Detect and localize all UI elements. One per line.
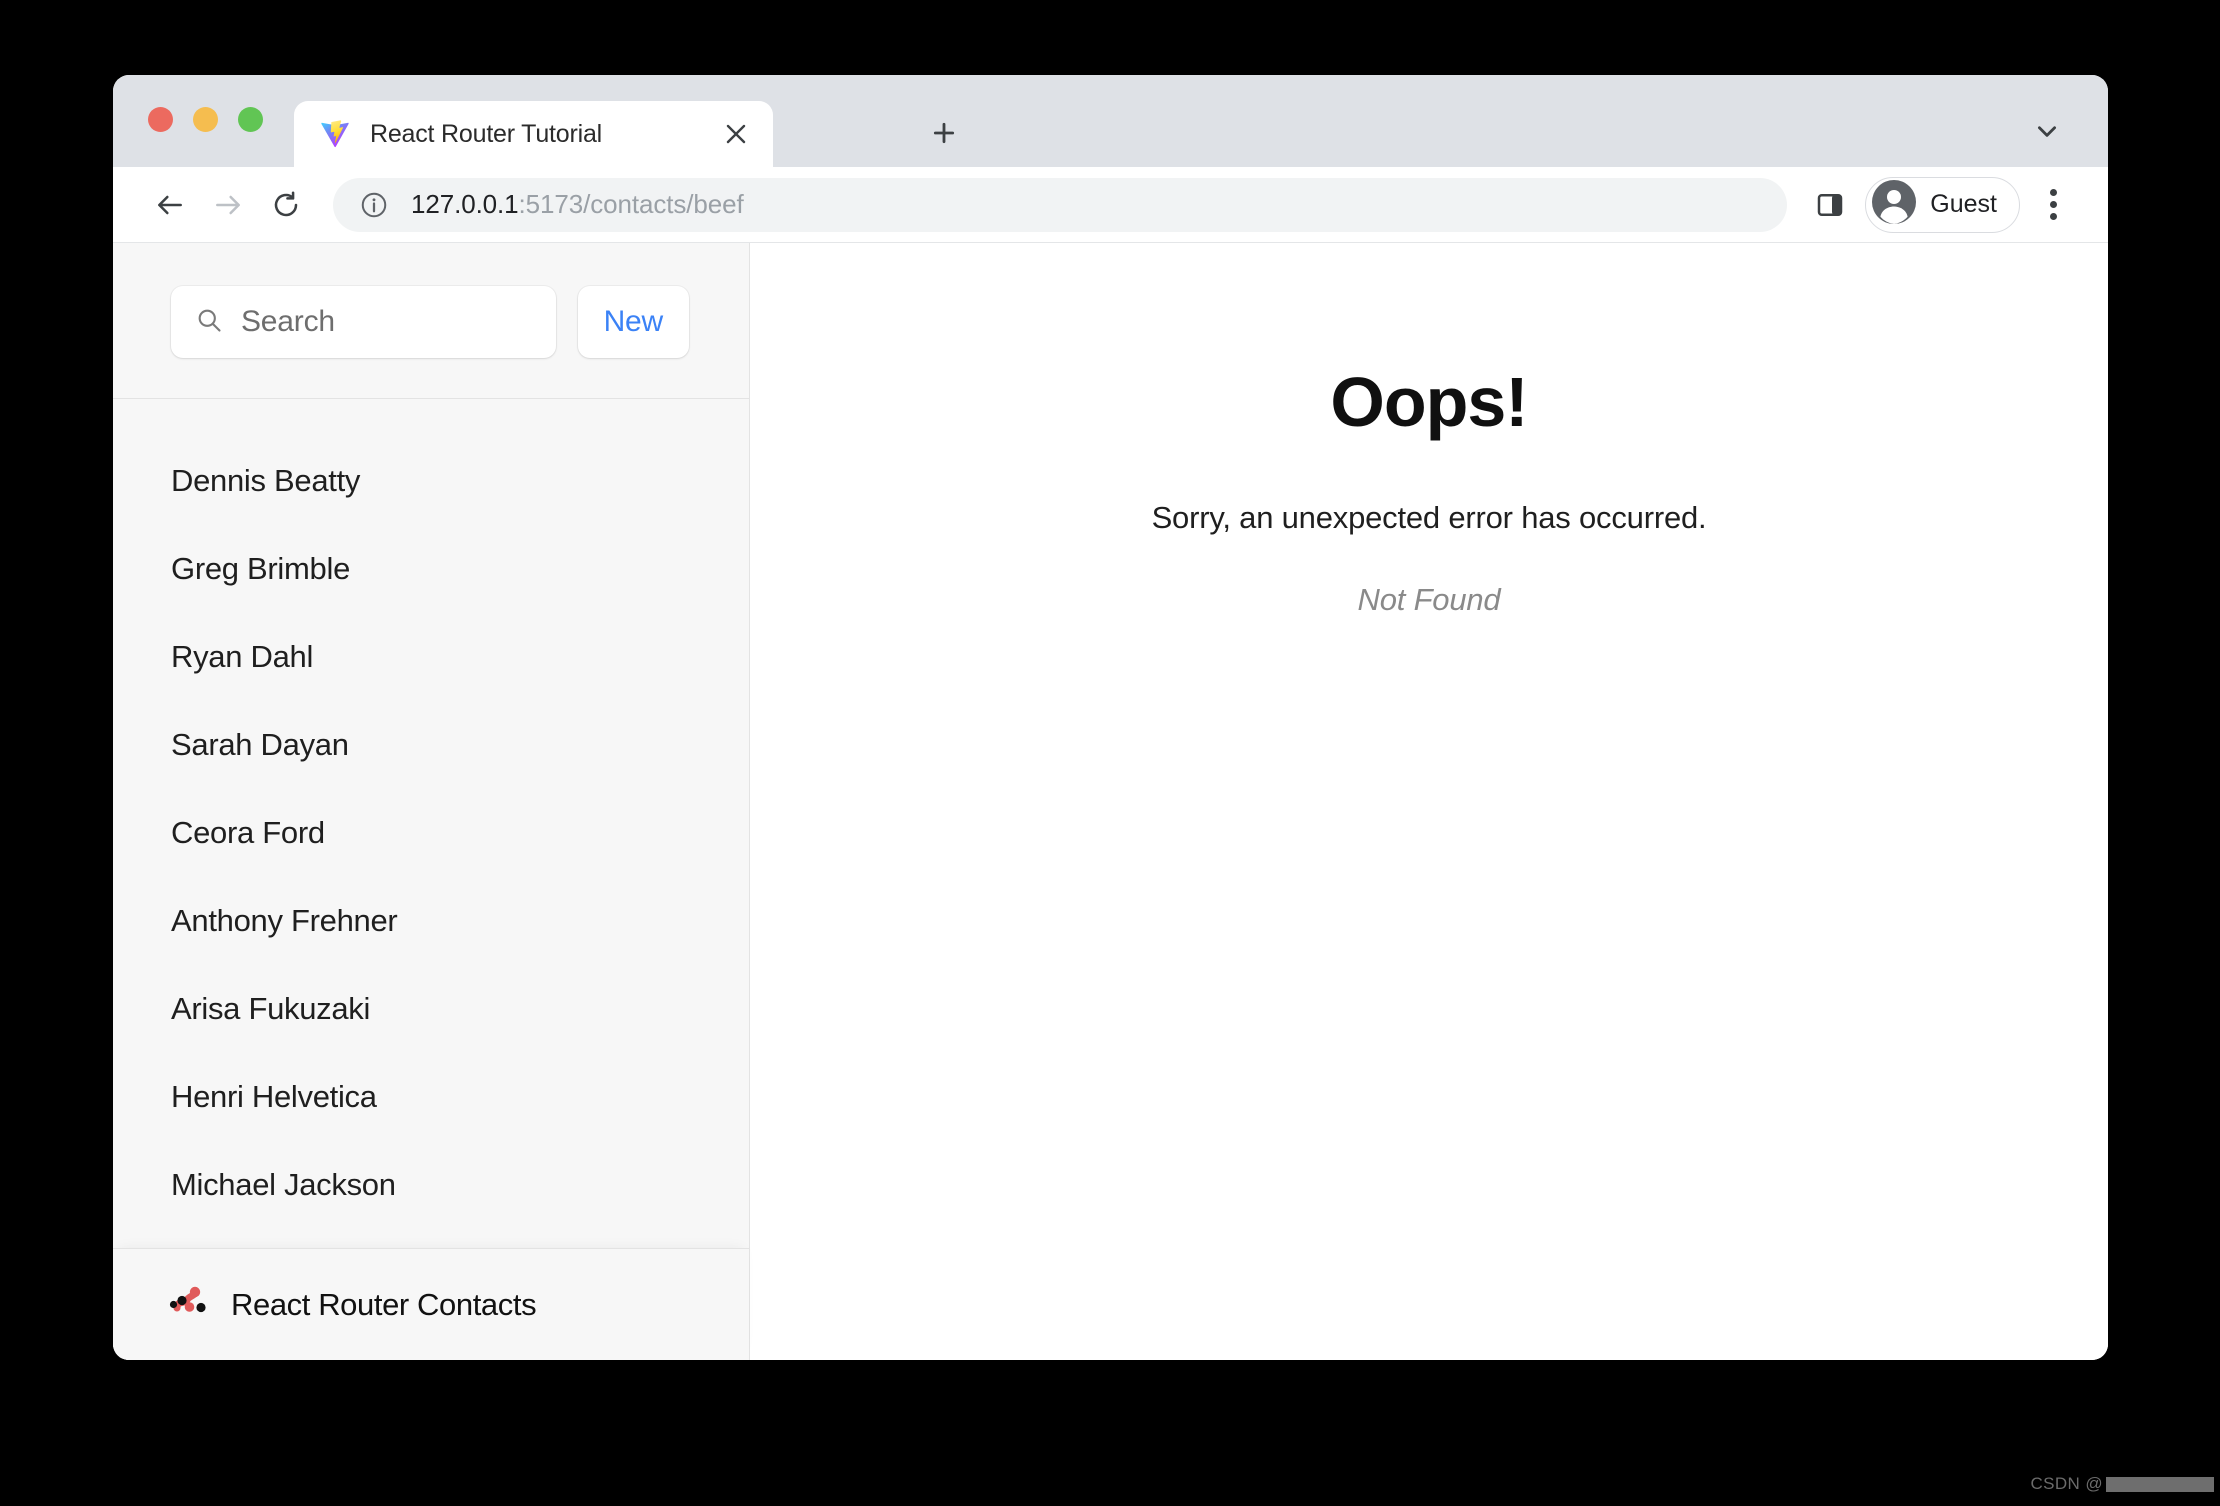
error-page: Oops! Sorry, an unexpected error has occ… <box>750 243 2108 1360</box>
window-traffic-lights <box>148 107 263 132</box>
new-tab-button[interactable] <box>918 107 970 159</box>
browser-toolbar: 127.0.0.1:5173/contacts/beef Guest <box>113 167 2108 243</box>
watermark-text: CSDN @ <box>2030 1474 2103 1494</box>
search-placeholder: Search <box>241 305 335 339</box>
side-panel-icon[interactable] <box>1801 176 1859 234</box>
search-icon <box>195 306 223 339</box>
contact-list[interactable]: Dennis Beatty Greg Brimble Ryan Dahl Sar… <box>113 399 749 1248</box>
contact-list-item[interactable]: Ceora Ford <box>113 789 749 877</box>
contact-list-item[interactable]: Sarah Dayan <box>113 701 749 789</box>
new-contact-button[interactable]: New <box>578 286 689 358</box>
contact-list-item[interactable]: Greg Brimble <box>113 525 749 613</box>
error-message: Sorry, an unexpected error has occurred. <box>1152 500 1707 536</box>
watermark-redaction-bar <box>2106 1477 2214 1492</box>
contact-list-item[interactable]: Anthony Frehner <box>113 877 749 965</box>
window-maximize-button[interactable] <box>238 107 263 132</box>
search-input[interactable]: Search <box>171 286 556 358</box>
error-title: Oops! <box>1330 362 1527 442</box>
menu-dot <box>2050 189 2057 196</box>
contact-list-item[interactable]: Henri Helvetica <box>113 1053 749 1141</box>
forward-button[interactable] <box>199 176 257 234</box>
contact-list-item[interactable]: Jan Jansen <box>113 1229 749 1248</box>
contact-list-item[interactable]: Dennis Beatty <box>113 437 749 525</box>
tab-strip: React Router Tutorial <box>113 75 2108 167</box>
sidebar-search-row: Search New <box>113 243 749 399</box>
contact-list-item[interactable]: Arisa Fukuzaki <box>113 965 749 1053</box>
browser-tab[interactable]: React Router Tutorial <box>294 101 773 167</box>
url-path: :5173/contacts/beef <box>519 189 744 219</box>
address-bar[interactable]: 127.0.0.1:5173/contacts/beef <box>333 178 1787 232</box>
vite-logo-icon <box>320 119 350 149</box>
contacts-sidebar: Search New Dennis Beatty Greg Brimble Ry… <box>113 243 750 1360</box>
url-host: 127.0.0.1 <box>411 189 519 219</box>
sidebar-footer: React Router Contacts <box>113 1248 749 1360</box>
contact-list-item[interactable]: Michael Jackson <box>113 1141 749 1229</box>
react-router-logo-icon <box>165 1286 209 1323</box>
chevron-down-icon[interactable] <box>2021 105 2073 157</box>
back-button[interactable] <box>141 176 199 234</box>
profile-button[interactable]: Guest <box>1865 177 2020 233</box>
error-detail: Not Found <box>1358 582 1501 618</box>
toolbar-actions: Guest <box>1801 176 2080 234</box>
window-close-button[interactable] <box>148 107 173 132</box>
window-minimize-button[interactable] <box>193 107 218 132</box>
browser-window: React Router Tutorial <box>113 75 2108 1360</box>
page-content: Search New Dennis Beatty Greg Brimble Ry… <box>113 243 2108 1360</box>
info-circle-icon[interactable] <box>359 190 389 220</box>
app-title: React Router Contacts <box>231 1287 536 1323</box>
profile-name: Guest <box>1930 190 1997 219</box>
menu-dot <box>2050 213 2057 220</box>
three-dot-menu-icon[interactable] <box>2026 178 2080 232</box>
account-avatar-icon <box>1872 180 1916 229</box>
close-icon[interactable] <box>711 109 761 159</box>
reload-button[interactable] <box>257 176 315 234</box>
watermark: CSDN @ <box>2030 1474 2214 1494</box>
tab-title: React Router Tutorial <box>370 120 711 149</box>
menu-dot <box>2050 201 2057 208</box>
contact-list-item[interactable]: Ryan Dahl <box>113 613 749 701</box>
url-text: 127.0.0.1:5173/contacts/beef <box>411 189 744 220</box>
